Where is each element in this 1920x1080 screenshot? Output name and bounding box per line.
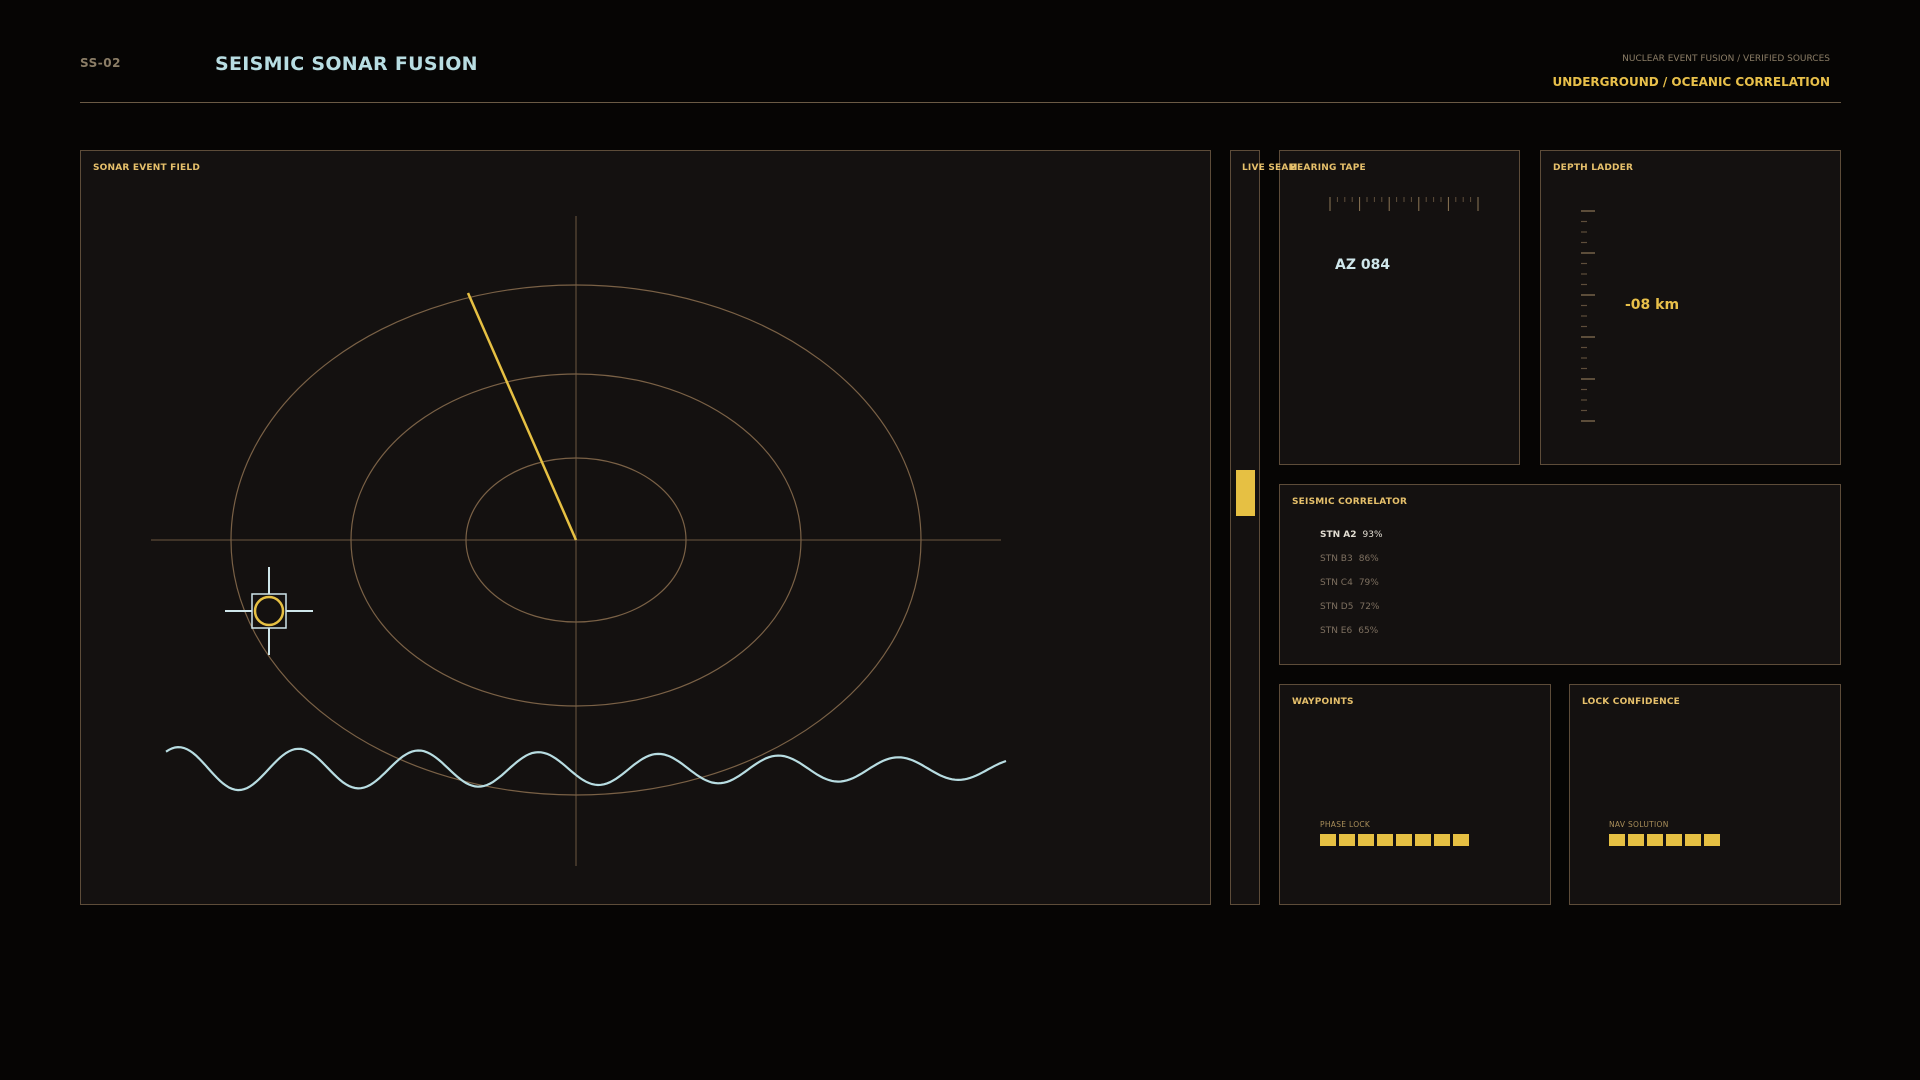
meter-segment bbox=[1358, 834, 1374, 846]
depth-ladder-panel[interactable]: DEPTH LADDER -08 km bbox=[1540, 150, 1841, 465]
phase-lock-meter bbox=[1320, 834, 1469, 846]
meter-segment bbox=[1609, 834, 1625, 846]
lock-confidence-panel[interactable]: LOCK CONFIDENCE NAV SOLUTION bbox=[1569, 684, 1841, 905]
nav-solution-meter bbox=[1609, 834, 1720, 846]
meter-segment bbox=[1339, 834, 1355, 846]
meter-segment bbox=[1396, 834, 1412, 846]
meter-segment bbox=[1666, 834, 1682, 846]
target-reticle[interactable] bbox=[225, 567, 313, 655]
depth-ladder-scale[interactable] bbox=[1571, 201, 1631, 441]
meter-segment bbox=[1434, 834, 1450, 846]
panel-label: BEARING TAPE bbox=[1290, 163, 1366, 173]
live-seam-panel[interactable]: LIVE SEAM bbox=[1230, 150, 1297, 905]
bearing-tape-scale[interactable] bbox=[1280, 191, 1521, 251]
station-row[interactable]: STN A2 93% bbox=[1320, 530, 1383, 540]
panel-label: WAYPOINTS bbox=[1292, 697, 1354, 707]
meter-segment bbox=[1704, 834, 1720, 846]
meter-segment bbox=[1628, 834, 1644, 846]
sweep-line bbox=[466, 292, 578, 541]
meter-segment bbox=[1320, 834, 1336, 846]
panel-label: DEPTH LADDER bbox=[1553, 163, 1634, 173]
system-code: SS-02 bbox=[80, 56, 121, 70]
sonar-event-field-panel[interactable]: SONAR EVENT FIELD bbox=[80, 150, 1211, 905]
waypoints-panel[interactable]: WAYPOINTS PHASE LOCK bbox=[1279, 684, 1551, 905]
station-row[interactable]: STN D5 72% bbox=[1320, 602, 1379, 612]
live-seam-indicator[interactable] bbox=[1236, 470, 1255, 516]
station-row[interactable]: STN C4 79% bbox=[1320, 578, 1379, 588]
seismic-waveform bbox=[165, 745, 1007, 792]
bearing-tape-panel[interactable]: BEARING TAPE AZ 084 bbox=[1279, 150, 1520, 465]
meter-segment bbox=[1415, 834, 1431, 846]
meter-segment bbox=[1377, 834, 1393, 846]
station-row[interactable]: STN B3 86% bbox=[1320, 554, 1379, 564]
header-subtitle: UNDERGROUND / OCEANIC CORRELATION bbox=[1552, 75, 1830, 89]
depth-readout: -08 km bbox=[1625, 297, 1680, 313]
meter-segment bbox=[1685, 834, 1701, 846]
header-divider bbox=[80, 102, 1841, 103]
phase-lock-label: PHASE LOCK bbox=[1320, 820, 1371, 829]
azimuth-readout: AZ 084 bbox=[1335, 257, 1391, 273]
nav-solution-label: NAV SOLUTION bbox=[1609, 820, 1669, 829]
meter-segment bbox=[1453, 834, 1469, 846]
seismic-correlator-panel[interactable]: SEISMIC CORRELATOR STN A2 93% STN B3 86% S… bbox=[1279, 484, 1841, 665]
panel-label: LIVE SEAM bbox=[1242, 163, 1298, 173]
header-kicker: NUCLEAR EVENT FUSION / VERIFIED SOURCES bbox=[1622, 54, 1830, 64]
station-row[interactable]: STN E6 65% bbox=[1320, 626, 1378, 636]
meter-segment bbox=[1647, 834, 1663, 846]
panel-label: LOCK CONFIDENCE bbox=[1582, 697, 1680, 707]
page-title: SEISMIC SONAR FUSION bbox=[215, 53, 478, 75]
sonar-plot[interactable] bbox=[81, 151, 1212, 906]
panel-label: SEISMIC CORRELATOR bbox=[1292, 497, 1408, 507]
